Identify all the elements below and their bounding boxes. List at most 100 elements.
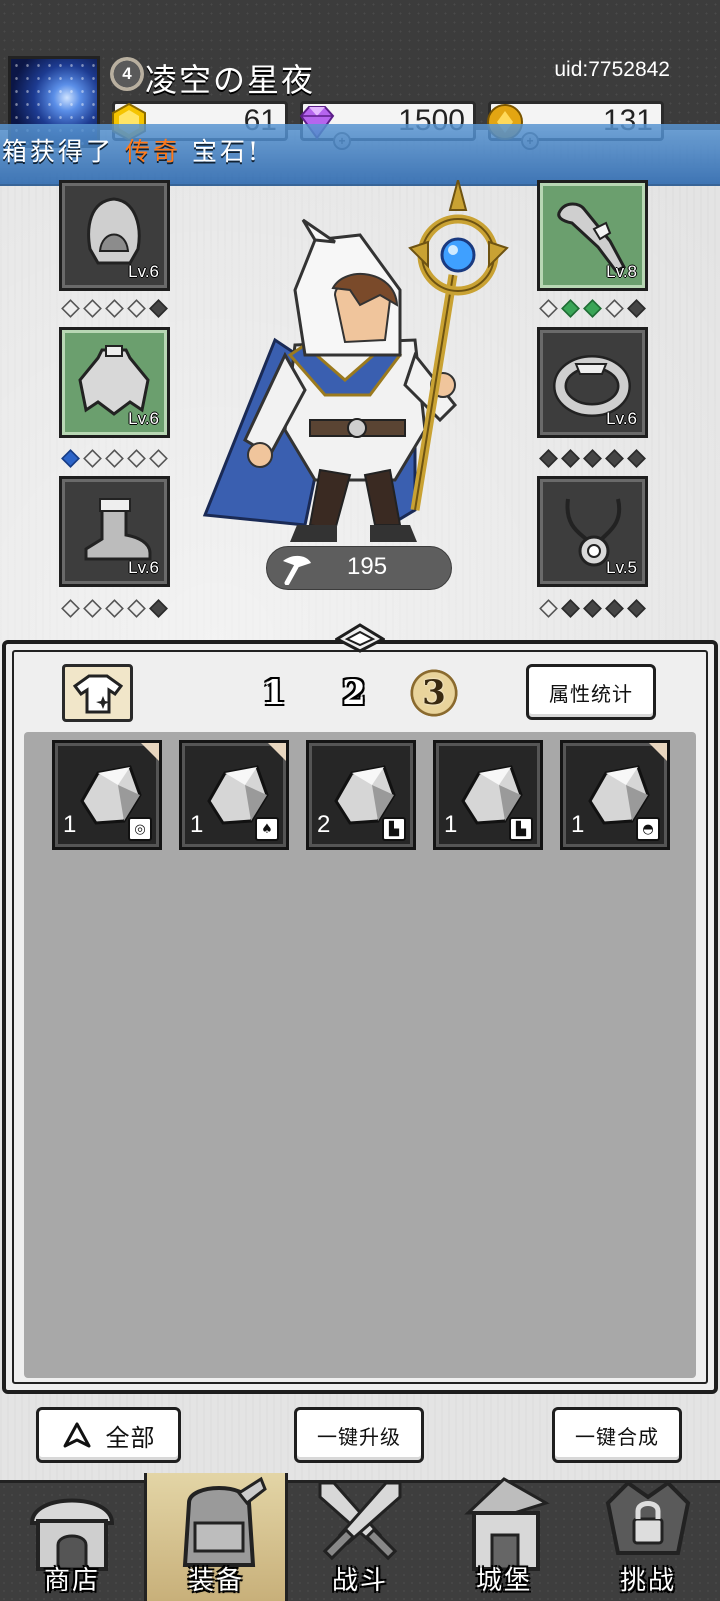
- ring-icon: ◎: [128, 817, 152, 841]
- inventory-item[interactable]: 2 ▙: [306, 740, 416, 850]
- locked-challenge-icon: [605, 1480, 691, 1555]
- gem-sockets: [61, 599, 168, 620]
- attribute-stats-button[interactable]: 属性统计: [526, 664, 656, 720]
- inventory-item[interactable]: 1 ◓: [560, 740, 670, 850]
- nav-label: 装备: [187, 1566, 244, 1596]
- equip-slot-armor[interactable]: Lv.6: [59, 327, 170, 438]
- tab-page-label: 3: [422, 673, 446, 713]
- nav-shop[interactable]: 商店: [0, 1473, 144, 1601]
- gem-socket-dark: [583, 599, 602, 618]
- equip-level: Lv.6: [128, 558, 159, 577]
- player-level-badge: 4: [110, 57, 144, 91]
- nav-challenge[interactable]: 挑战: [576, 1473, 720, 1601]
- gem-socket-empty: [539, 299, 558, 318]
- announcement-highlight: 传奇: [124, 137, 181, 166]
- gem-socket-dark: [561, 599, 580, 618]
- helmet-icon: ◓: [636, 817, 660, 841]
- announcement-suffix: 宝石!: [191, 137, 261, 166]
- gem-socket-green: [583, 299, 602, 318]
- tab-page-2[interactable]: 2: [329, 668, 379, 718]
- announcement-prefix: 箱获得了: [2, 137, 115, 166]
- boot-icon: ▙: [509, 817, 533, 841]
- gem-socket-empty: [83, 599, 102, 618]
- gem-socket-empty: [105, 299, 124, 318]
- gem-socket-dark: [627, 299, 646, 318]
- tab-page-3[interactable]: 3: [409, 668, 459, 718]
- filter-all-button[interactable]: 全部: [36, 1407, 181, 1463]
- announcement-text: 箱获得了 传奇 宝石!: [2, 132, 261, 168]
- equip-slot-necklace[interactable]: Lv.5: [537, 476, 648, 587]
- nav-label: 挑战: [619, 1566, 676, 1596]
- equip-level: Lv.6: [606, 409, 637, 428]
- pickaxe-icon: [283, 555, 311, 585]
- gem-socket-empty: [61, 299, 80, 318]
- equip-level: Lv.5: [606, 558, 637, 577]
- tab-equipment-gems[interactable]: [62, 664, 133, 722]
- tab-page-label: 1: [262, 673, 286, 713]
- equip-level: Lv.6: [128, 409, 159, 428]
- tab-page-1[interactable]: 1: [249, 668, 299, 718]
- shirt-icon: [73, 674, 123, 714]
- gem-socket-dark: [561, 449, 580, 468]
- gem-socket-dark: [605, 599, 624, 618]
- announcement-banner: 箱获得了 传奇 宝石!: [0, 124, 720, 186]
- merge-all-button[interactable]: 一键合成: [552, 1407, 682, 1463]
- gem-socket-dark: [539, 449, 558, 468]
- upgrade-all-label: 一键升级: [317, 1424, 401, 1449]
- item-quantity: 1: [63, 811, 77, 838]
- gem-socket-empty: [539, 599, 558, 618]
- panel-notch-ornament: [335, 623, 385, 653]
- crossed-swords-icon: [318, 1481, 402, 1561]
- merge-all-label: 一键合成: [575, 1424, 659, 1449]
- gem-socket-empty: [605, 299, 624, 318]
- gem-sockets: [539, 299, 646, 320]
- nav-equipment[interactable]: 装备: [144, 1473, 288, 1601]
- backpack-icon: [182, 1476, 267, 1567]
- equip-slot-helmet[interactable]: Lv.6: [59, 180, 170, 291]
- player-name: 凌空の星夜: [145, 61, 316, 99]
- gem-sockets: [539, 449, 646, 470]
- combat-power-value: 195: [347, 553, 388, 580]
- gem-sockets: [539, 599, 646, 620]
- nav-battle[interactable]: 战斗: [288, 1473, 432, 1601]
- item-quantity: 1: [190, 811, 204, 838]
- castle-icon: [464, 1477, 550, 1571]
- gem-sockets: [61, 449, 168, 470]
- player-uid: uid:7752842: [554, 58, 670, 81]
- gem-sockets: [61, 299, 168, 320]
- gem-socket-dark: [627, 449, 646, 468]
- gem-socket-dark: [149, 599, 168, 618]
- nav-label: 战斗: [331, 1566, 388, 1596]
- inventory-item[interactable]: 1 ◎: [52, 740, 162, 850]
- gem-socket-dark: [605, 449, 624, 468]
- gem-socket-empty: [61, 599, 80, 618]
- player-level: 4: [122, 64, 132, 83]
- gem-socket-empty: [127, 599, 146, 618]
- item-quantity: 2: [317, 811, 331, 838]
- tab-page-label: 2: [342, 673, 366, 713]
- item-quantity: 1: [571, 811, 585, 838]
- equip-level: Lv.8: [606, 262, 637, 281]
- gem-socket-empty: [105, 599, 124, 618]
- armor-icon: ♠: [255, 817, 279, 841]
- triangle-icon: [63, 1422, 90, 1448]
- equip-slot-weapon[interactable]: Lv.8: [537, 180, 648, 291]
- shop-icon: [29, 1498, 115, 1571]
- nav-castle[interactable]: 城堡: [432, 1473, 576, 1601]
- equip-slot-ring[interactable]: Lv.6: [537, 327, 648, 438]
- filter-all-label: 全部: [105, 1423, 156, 1452]
- hero-character: [202, 180, 509, 542]
- boot-icon: ▙: [382, 817, 406, 841]
- gem-socket-empty: [127, 299, 146, 318]
- attribute-stats-label: 属性统计: [549, 681, 633, 706]
- combat-power: 195: [266, 546, 452, 590]
- gem-socket-dark: [583, 449, 602, 468]
- gem-socket-blue: [61, 449, 80, 468]
- equip-slot-boots[interactable]: Lv.6: [59, 476, 170, 587]
- inventory-item[interactable]: 1 ♠: [179, 740, 289, 850]
- gem-socket-dark: [149, 299, 168, 318]
- gem-socket-empty: [127, 449, 146, 468]
- inventory-item[interactable]: 1 ▙: [433, 740, 543, 850]
- upgrade-all-button[interactable]: 一键升级: [294, 1407, 424, 1463]
- gem-socket-empty: [83, 299, 102, 318]
